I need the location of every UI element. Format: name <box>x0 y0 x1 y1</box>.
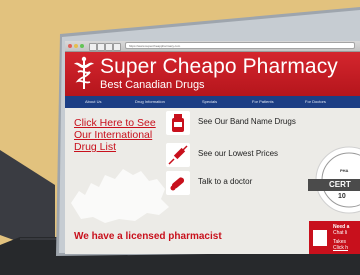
talk-to-doctor-item[interactable]: Talk to a doctor <box>166 171 296 195</box>
pill-bottle-icon <box>166 111 190 135</box>
lowest-prices-item[interactable]: See our Lowest Prices <box>166 143 296 167</box>
close-window-icon[interactable] <box>68 44 72 48</box>
seal-label-small: PHA <box>340 168 349 173</box>
reload-button[interactable] <box>105 43 113 51</box>
nav-for-doctors[interactable]: For Doctors <box>305 96 326 108</box>
capsule-icon <box>166 171 190 195</box>
licensed-pharmacist-text: We have a licensed pharmacist <box>74 231 222 242</box>
nav-for-patients[interactable]: For Patients <box>252 96 274 108</box>
syringe-icon <box>166 143 190 167</box>
nav-drug-information[interactable]: Drug Information <box>135 96 165 108</box>
site-header: Super Cheapo Pharmacy Best Canadian Drug… <box>65 52 360 96</box>
site-title[interactable]: Super Cheapo Pharmacy <box>100 55 338 79</box>
canada-map-icon <box>71 169 169 223</box>
site-subtitle: Best Canadian Drugs <box>100 79 205 91</box>
nav-about-us[interactable]: About Us <box>85 96 101 108</box>
address-bar[interactable]: https://www.supercheappharmacy.com <box>125 42 355 49</box>
chat-link[interactable]: Click h <box>333 245 348 251</box>
minimize-window-icon[interactable] <box>74 44 78 48</box>
forward-button[interactable] <box>97 43 105 51</box>
home-button[interactable] <box>113 43 121 51</box>
brand-name-drugs-item[interactable]: See Our Band Name Drugs <box>166 111 296 135</box>
live-chat-widget[interactable]: Need a Chat li Takes Click h <box>309 221 360 254</box>
nav-specials[interactable]: Specials <box>202 96 217 108</box>
browser-toolbar: https://www.supercheappharmacy.com <box>65 41 360 52</box>
laptop-scene: https://www.supercheappharmacy.com Super… <box>0 0 360 275</box>
chat-subheading: Chat li <box>333 230 348 236</box>
caduceus-icon <box>74 56 94 89</box>
nav-bar: About Us Drug Information Specials For P… <box>65 96 360 108</box>
back-button[interactable] <box>89 43 97 51</box>
talk-to-doctor-label[interactable]: Talk to a doctor <box>198 177 252 186</box>
browser-page: https://www.supercheappharmacy.com Super… <box>65 41 360 254</box>
maximize-window-icon[interactable] <box>80 44 84 48</box>
chat-avatar <box>313 230 327 246</box>
seal-label: CERT <box>329 180 351 189</box>
lowest-prices-label[interactable]: See our Lowest Prices <box>198 149 278 158</box>
international-drug-list-link[interactable]: Click Here to See Our International Drug… <box>74 117 170 153</box>
brand-name-drugs-label[interactable]: See Our Band Name Drugs <box>198 117 296 126</box>
seal-percent: 10 <box>338 193 346 200</box>
